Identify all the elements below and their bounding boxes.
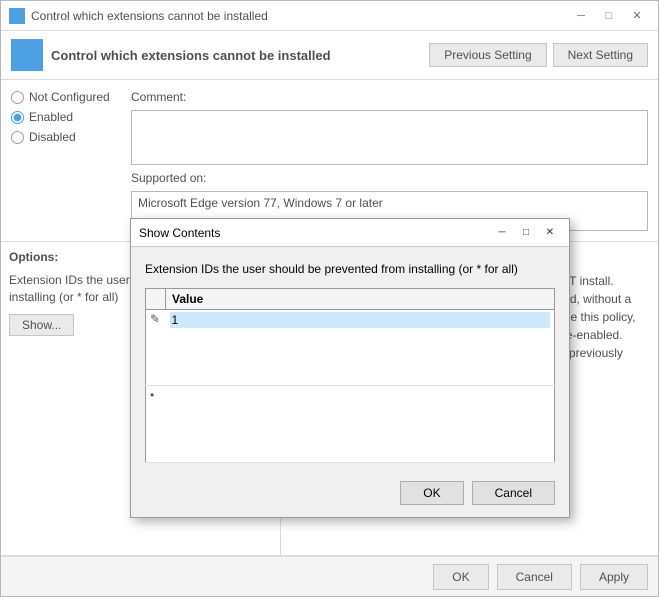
row-value-cell[interactable] xyxy=(166,386,555,463)
dialog-minimize-button[interactable]: ─ xyxy=(491,224,513,242)
row-icon: • xyxy=(146,386,166,463)
dialog-cancel-button[interactable]: Cancel xyxy=(472,481,555,505)
dialog-title-bar: Show Contents ─ □ ✕ xyxy=(131,219,569,247)
dialog-title: Show Contents xyxy=(139,226,491,240)
dialog-close-button[interactable]: ✕ xyxy=(539,224,561,242)
table-row: ✎ xyxy=(146,309,555,386)
value-table: Value ✎• xyxy=(145,288,555,463)
row-value-input[interactable] xyxy=(170,312,551,328)
dialog-description: Extension IDs the user should be prevent… xyxy=(145,261,555,278)
table-col-icon xyxy=(146,288,166,309)
dialog-content: Extension IDs the user should be prevent… xyxy=(131,247,569,473)
row-value-cell[interactable] xyxy=(166,309,555,386)
row-value-input[interactable] xyxy=(170,388,551,404)
table-row: • xyxy=(146,386,555,463)
dialog-bottom: OK Cancel xyxy=(131,473,569,517)
show-contents-dialog: Show Contents ─ □ ✕ Extension IDs the us… xyxy=(130,218,570,518)
dialog-controls: ─ □ ✕ xyxy=(491,224,561,242)
row-icon: ✎ xyxy=(146,309,166,386)
dialog-maximize-button[interactable]: □ xyxy=(515,224,537,242)
table-col-value: Value xyxy=(166,288,555,309)
dialog-ok-button[interactable]: OK xyxy=(400,481,463,505)
